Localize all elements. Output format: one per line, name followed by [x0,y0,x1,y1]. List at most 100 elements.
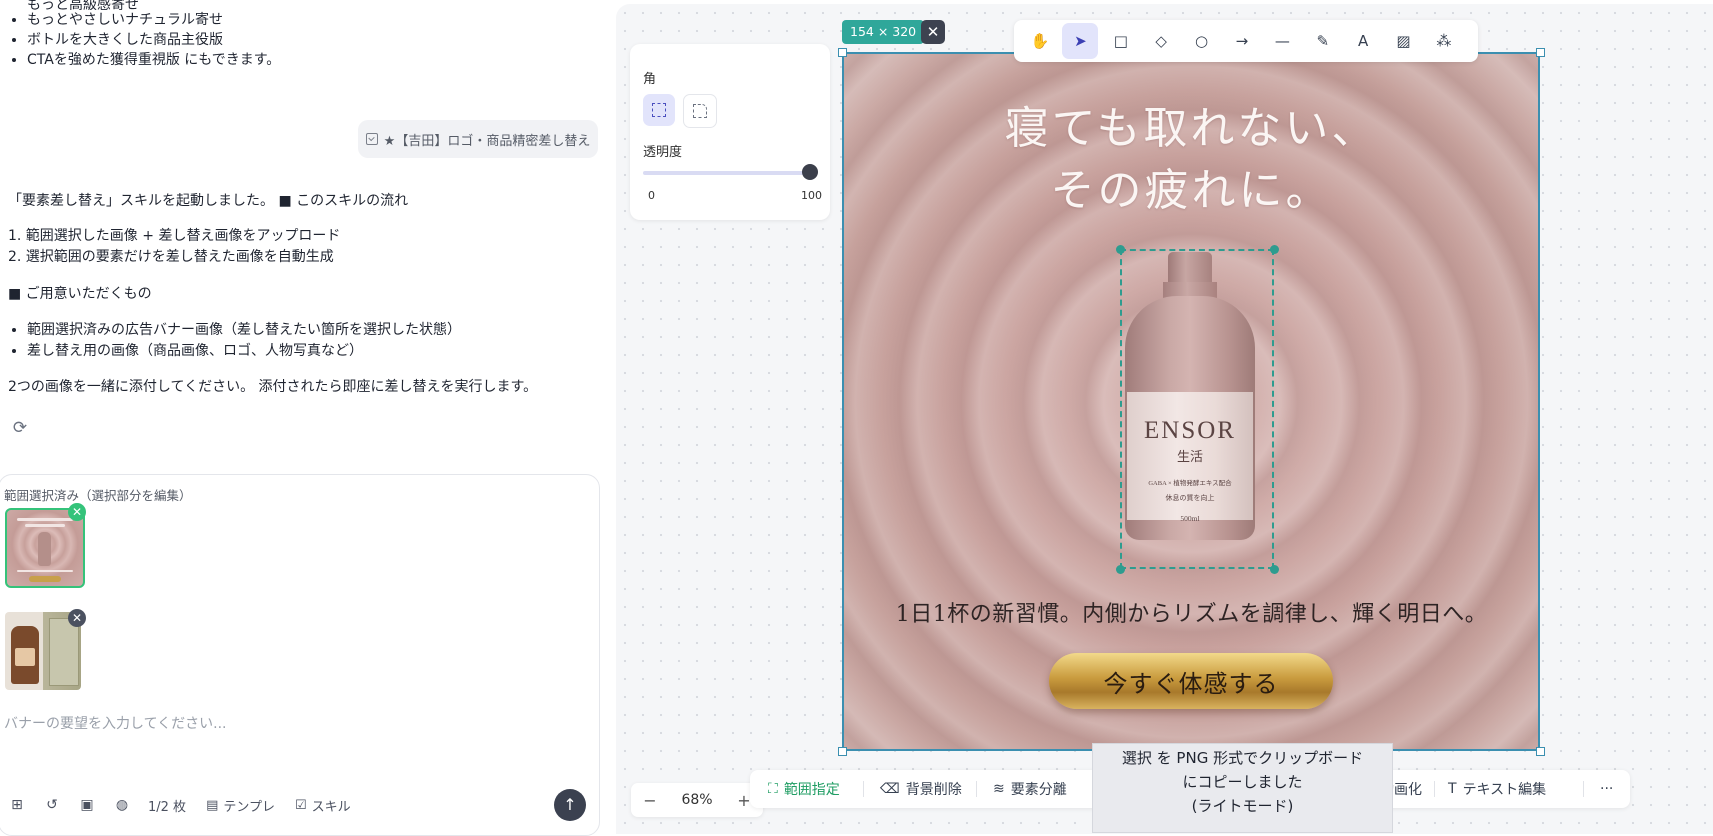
new-chat-icon[interactable]: ⊞ [8,796,26,814]
checkbox-icon [365,133,378,145]
opacity-slider-track[interactable] [643,171,811,175]
skill-icon: ☑ [294,797,307,813]
divider [863,781,864,797]
thumb-label [15,648,35,666]
remove-attachment-icon[interactable]: ✕ [68,503,86,521]
composer [0,474,600,836]
send-button[interactable]: ↑ [554,789,586,821]
prompt-input[interactable]: バナーの要望を入力してください... [4,713,227,733]
pencil-icon[interactable]: ✎ [1305,23,1341,59]
resize-handle[interactable] [838,747,847,756]
previous-suggestions: もっと高級感寄せ もっとやさしいナチュラル寄せ ボトルを大きくした商品主役版 C… [0,0,280,70]
selection-handle[interactable] [1116,565,1125,574]
attach-instruction: 2つの画像を一緒に添付してください。 添付されたら即座に差し替えを実行します。 [8,379,538,395]
corner-sharp-icon [652,103,666,117]
corner-round-button[interactable] [683,94,717,128]
element-selection-box[interactable] [1120,249,1274,569]
page-count[interactable]: 1/2 枚 [148,796,186,815]
divider [1583,781,1584,797]
eraser-icon: ⌫ [880,781,900,797]
arrow-icon[interactable]: → [1224,23,1260,59]
diamond-icon[interactable]: ◇ [1143,23,1179,59]
thumb-bottle [11,626,39,684]
thumb-bottle [38,532,51,566]
list-item: 差し替え用の画像（商品画像、ロゴ、人物写真など） [27,341,461,362]
headline-line-1: 寝ても取れない、 [1004,103,1379,154]
opacity-min: 0 [648,189,655,202]
resize-handle[interactable] [1536,747,1545,756]
resize-handle[interactable] [838,48,847,57]
template-icon: ▤ [206,797,219,813]
remove-background-button[interactable]: ⌫ 背景削除 [880,770,962,808]
divider [976,781,977,797]
shapes-icon[interactable]: ⁂ [1426,23,1462,59]
line-icon[interactable]: — [1264,23,1300,59]
thumb-package [49,618,79,686]
history-icon[interactable]: ↺ [43,796,61,814]
palette-icon[interactable]: ◍ [113,796,131,814]
zoom-control: − 68% + [631,783,763,817]
banner-cta: 今すぐ体感する [1049,653,1333,709]
list-item: 1. 範囲選択した画像 + 差し替え画像をアップロード [8,228,341,244]
zoom-level: 68% [681,792,713,808]
hand-icon[interactable]: ✋ [1022,23,1058,59]
clipboard-toast: 選択 を PNG 形式でクリップボード にコピーしました (ライトモード) [1092,743,1393,833]
image-icon[interactable]: ▨ [1386,23,1422,59]
circle-icon[interactable]: ○ [1184,23,1220,59]
toast-line-1: 選択 を PNG 形式でクリップボード [1121,749,1364,767]
selection-handle[interactable] [1270,245,1279,254]
skill-label: スキル [311,799,351,815]
add-image-icon[interactable]: ▣ [78,796,96,814]
list-item: 範囲選択済みの広告バナー画像（差し替えたい箇所を選択した状態） [27,320,461,341]
opacity-label: 透明度 [643,145,683,160]
properties-panel: 角 透明度 0 100 [630,44,830,220]
headline-line-2: その疲れに。 [1050,165,1333,216]
split-elements-label: 要素分離 [1010,782,1067,798]
zoom-out-button[interactable]: − [639,791,661,810]
assistant-intro: 「要素差し替え」スキルを起動しました。 ■ このスキルの流れ [8,193,409,209]
banner-headline: 寝ても取れない、 その疲れに。 [843,98,1540,222]
toast-line-3: (ライトモード) [1191,797,1294,815]
selection-handle[interactable] [1116,245,1125,254]
skill-button[interactable]: ☑ スキル [295,796,351,815]
skill-steps: 1. 範囲選択した画像 + 差し替え画像をアップロード 2. 選択範囲の要素だけ… [8,226,340,268]
list-item: ボトルを大きくした商品主役版 [27,30,280,50]
pointer-icon[interactable]: ➤ [1062,23,1099,59]
prepare-list: 範囲選択済みの広告バナー画像（差し替えたい箇所を選択した状態） 差し替え用の画像… [0,320,461,362]
corner-sharp-button[interactable] [643,94,675,126]
resize-handle[interactable] [1536,48,1545,57]
text-edit-button[interactable]: T テキスト編集 [1448,770,1546,808]
thumb-line [17,518,73,521]
thumb-line [25,524,65,527]
list-item: 2. 選択範囲の要素だけを差し替えた画像を自動生成 [8,249,334,265]
list-item: もっと高級感寄せ [27,0,280,10]
remove-background-label: 背景削除 [905,782,962,798]
user-message-bubble: ★【吉田】ロゴ・商品精密差し替え [358,120,598,158]
text-edit-label: テキスト編集 [1462,782,1547,798]
selection-handle[interactable] [1270,565,1279,574]
banner-subcopy: 1日1杯の新習慣。内側からリズムを調律し、輝く明日へ。 [895,602,1488,627]
remove-attachment-icon[interactable]: ✕ [68,609,86,627]
opacity-slider-thumb[interactable] [802,164,818,180]
rectangle-icon[interactable]: □ [1103,23,1139,59]
divider [1434,781,1435,797]
prepare-heading: ■ ご用意いただくもの [8,286,152,302]
chat-panel: もっと高級感寄せ もっとやさしいナチュラル寄せ ボトルを大きくした商品主役版 C… [0,0,612,836]
split-elements-button[interactable]: ≋ 要素分離 [993,770,1067,808]
drawing-toolbar: ✋ ➤ □ ◇ ○ → — ✎ A ▨ ⁂ [1014,20,1478,62]
thumb-cta [29,576,61,582]
corner-round-icon [693,104,707,118]
range-select-button[interactable]: ⛶ 範囲指定 [768,770,840,808]
list-item: CTAを強めた獲得重視版 にもできます。 [27,50,280,70]
text-icon[interactable]: A [1345,23,1381,59]
selection-size-badge: 154 × 320 [842,20,925,44]
composer-toolbar: ⊞ ↺ ▣ ◍ 1/2 枚 ▤ テンプレ ☑ スキル [8,793,371,817]
template-label: テンプレ [223,799,275,815]
close-selection-button[interactable]: ✕ [921,20,945,44]
user-message-text: ★【吉田】ロゴ・商品精密差し替え [383,133,591,149]
more-button[interactable]: ··· [1600,770,1613,808]
template-button[interactable]: ▤ テンプレ [206,796,275,815]
range-select-icon: ⛶ [768,781,778,797]
regenerate-icon[interactable]: ⟳ [10,418,30,438]
corner-label: 角 [643,72,657,87]
